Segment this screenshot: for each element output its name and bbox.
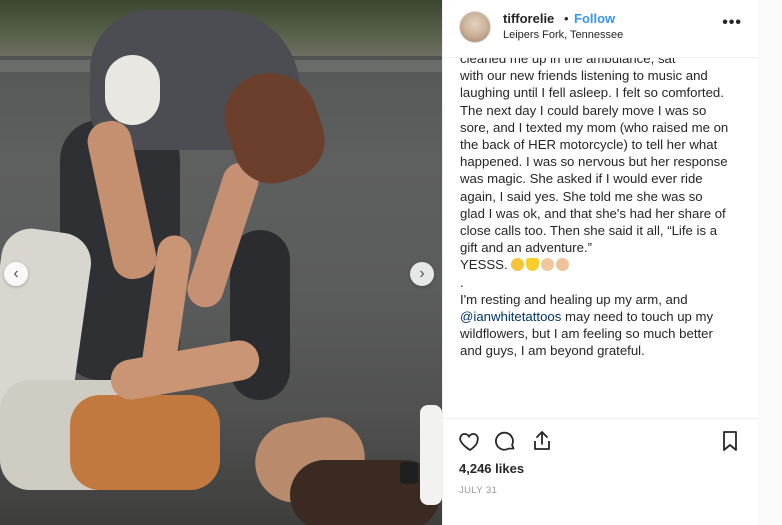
caption: cleaned me up in the ambulance, sat with…	[460, 58, 730, 418]
bookmark-icon	[723, 431, 737, 451]
caption-exclamation: YESSS.	[460, 256, 730, 273]
like-button[interactable]	[458, 429, 484, 455]
post-side-panel: tifforelie • Follow Leipers Fork, Tennes…	[442, 0, 759, 525]
photo-cap	[400, 462, 418, 484]
carousel-prev-button[interactable]: ‹	[4, 262, 28, 286]
smiling-face-with-heart-eyes-icon	[511, 258, 525, 272]
photo-figure	[70, 395, 220, 490]
page-gutter	[758, 0, 782, 525]
more-options-icon[interactable]: •••	[722, 14, 742, 32]
chevron-left-icon: ‹	[13, 265, 19, 282]
location-link[interactable]: Leipers Fork, Tennessee	[503, 29, 623, 41]
share-button[interactable]	[530, 429, 556, 455]
save-button[interactable]	[718, 429, 744, 455]
follow-button[interactable]: Follow	[574, 11, 615, 26]
post-header: tifforelie • Follow Leipers Fork, Tennes…	[443, 0, 758, 58]
caption-text: I'm resting and healing up my arm, and	[460, 291, 688, 307]
username-link[interactable]: tifforelie	[503, 11, 554, 26]
separator-dot: •	[564, 11, 569, 26]
comment-icon	[495, 431, 515, 451]
caption-paragraph: with our new friends listening to music …	[460, 68, 729, 256]
post-date[interactable]: JULY 31	[459, 485, 497, 496]
photo-bottle	[420, 405, 442, 505]
actions-bar: 4,246 likes JULY 31	[443, 418, 759, 525]
carousel-next-button[interactable]: ›	[410, 262, 434, 286]
raising-hands-icon	[541, 258, 555, 272]
comment-button[interactable]	[493, 429, 519, 455]
caption-lead-line: cleaned me up in the ambulance, sat	[460, 58, 676, 66]
photo-figure	[105, 55, 160, 125]
chevron-right-icon: ›	[419, 265, 425, 282]
heart-icon	[459, 433, 479, 452]
likes-count[interactable]: 4,246 likes	[459, 461, 524, 476]
post-photo[interactable]: ‹ ›	[0, 0, 442, 525]
caption-dot-line: .	[460, 274, 464, 290]
avatar[interactable]	[459, 11, 491, 43]
share-icon	[534, 431, 550, 450]
yellow-heart-icon	[526, 258, 540, 272]
emoji-row	[511, 256, 571, 273]
caption-yesss: YESSS.	[460, 257, 508, 273]
folded-hands-icon	[556, 258, 570, 272]
caption-paragraph-2: I'm resting and healing up my arm, and @…	[460, 291, 730, 360]
mention-link[interactable]: @ianwhitetattoos	[460, 309, 561, 324]
